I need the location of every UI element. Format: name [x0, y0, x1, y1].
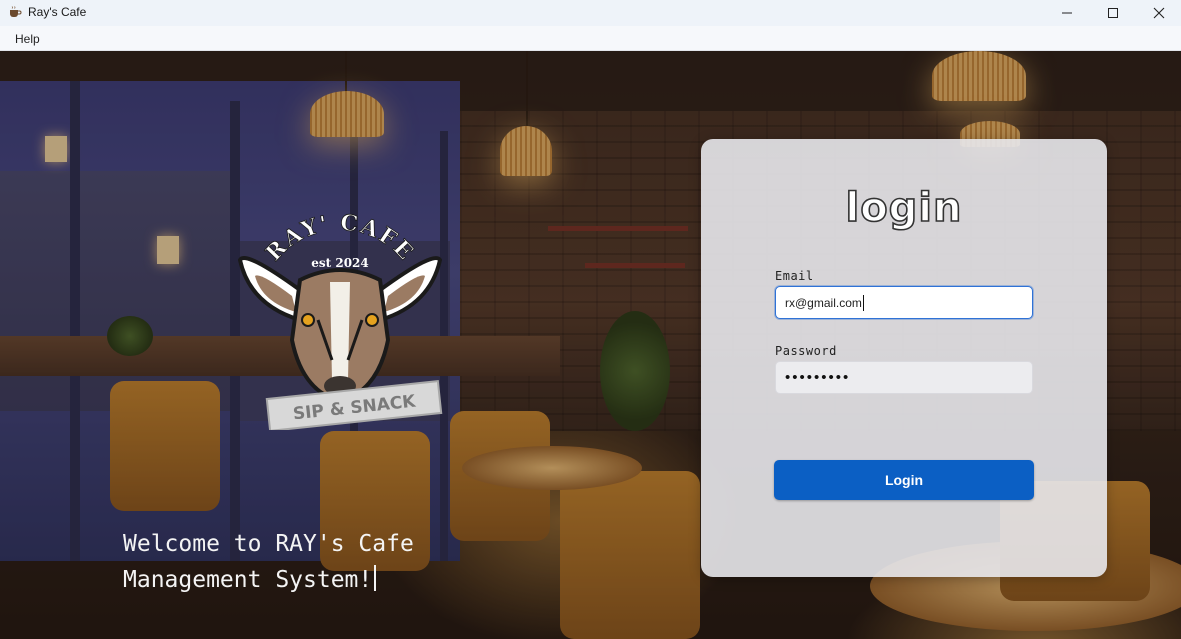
maximize-icon	[1108, 8, 1118, 18]
password-field[interactable]: •••••••••	[775, 361, 1033, 394]
menu-bar: Help	[0, 26, 1181, 51]
login-card: login Email rx@gmail.com Password ••••••…	[701, 139, 1107, 577]
login-title: login	[845, 184, 963, 232]
maximize-button[interactable]	[1090, 0, 1136, 26]
welcome-text: Welcome to RAY's Cafe Management System!	[123, 526, 543, 598]
email-field[interactable]: rx@gmail.com	[775, 286, 1033, 319]
password-value: •••••••••	[785, 369, 851, 386]
text-caret	[862, 294, 864, 311]
email-label: Email	[775, 269, 814, 283]
password-label: Password	[775, 344, 837, 358]
welcome-line-1: Welcome to RAY's Cafe	[123, 531, 414, 557]
close-icon	[1153, 7, 1165, 19]
email-value: rx@gmail.com	[785, 295, 862, 310]
menu-item-help[interactable]: Help	[15, 32, 40, 46]
window-title: Ray's Cafe	[28, 5, 87, 19]
close-button[interactable]	[1136, 0, 1181, 26]
logo-est-text: est 2024	[311, 256, 369, 270]
login-button[interactable]: Login	[774, 460, 1034, 500]
welcome-line-2: Management System!	[123, 567, 373, 593]
coffee-cup-icon	[10, 6, 22, 17]
minimize-icon	[1062, 12, 1072, 14]
minimize-button[interactable]	[1044, 0, 1090, 26]
cafe-logo: RAY' CAFE est 2024 SIP & SNACK	[237, 210, 443, 430]
typing-caret	[374, 565, 377, 591]
title-bar: Ray's Cafe	[0, 0, 1181, 26]
